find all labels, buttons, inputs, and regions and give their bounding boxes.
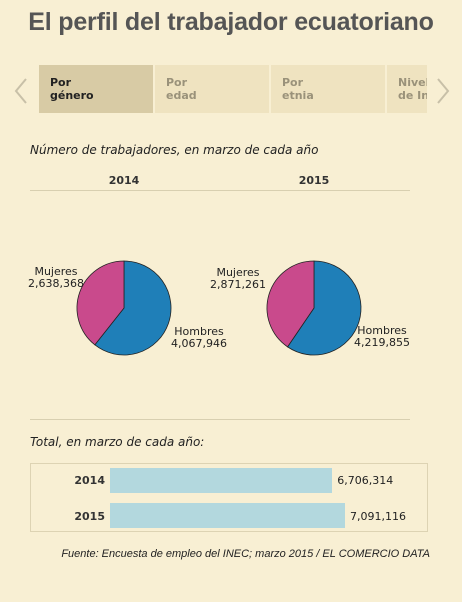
bar-category-2014: 2014 — [74, 474, 105, 487]
totals-section-label: Total, en marzo de cada año: — [30, 435, 205, 449]
series-value: 2,638,368 — [28, 277, 84, 290]
bar-2014 — [110, 468, 333, 493]
pie-2014-mujeres-label: Mujeres 2,638,368 — [18, 266, 94, 290]
bar-2015 — [110, 503, 345, 528]
bar-value-2015: 7,091,116 — [350, 510, 406, 523]
pie-2015-mujeres-label: Mujeres 2,871,261 — [202, 267, 274, 291]
series-value: 2,871,261 — [210, 278, 266, 291]
pie-2015-hombres-label: Hombres 4,219,855 — [346, 325, 418, 349]
bar-category-2015: 2015 — [74, 510, 105, 523]
bar-value-2014: 6,706,314 — [337, 474, 394, 487]
pie-2014-hombres-label: Hombres 4,067,946 — [164, 326, 234, 350]
divider — [30, 419, 410, 420]
series-value: 4,067,946 — [171, 337, 227, 350]
source-note: Fuente: Encuesta de empleo del INEC; mar… — [61, 548, 430, 560]
series-value: 4,219,855 — [354, 336, 410, 349]
